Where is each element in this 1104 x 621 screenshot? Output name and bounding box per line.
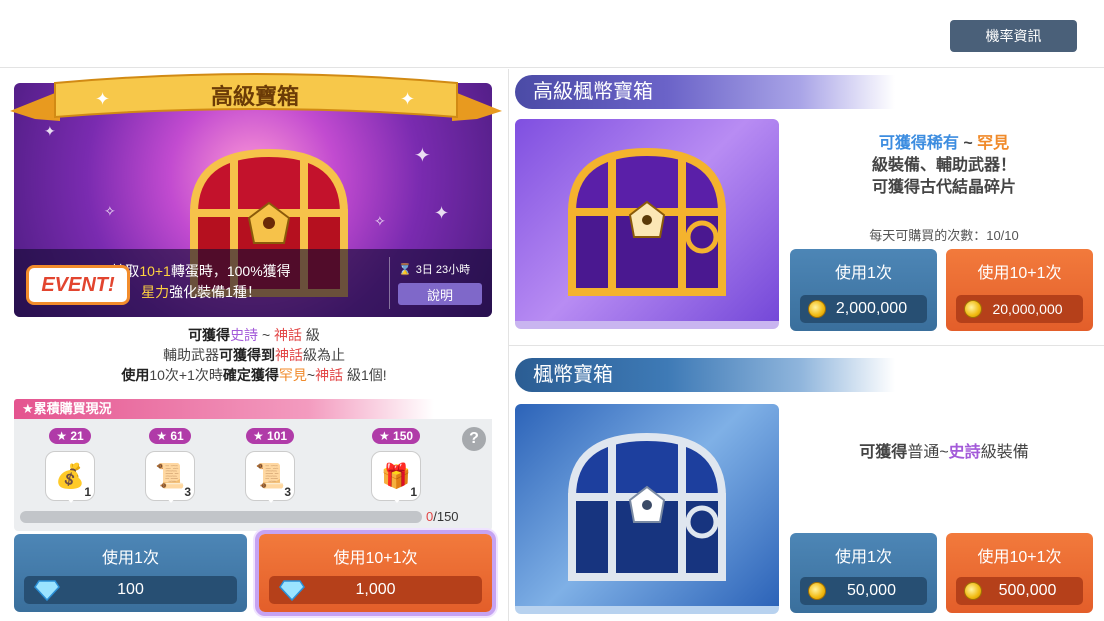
scroll-icon: 📜: [155, 462, 185, 490]
featured-title: 高級寶箱: [210, 84, 299, 109]
event-timer: ⌛ 3日 23小時: [398, 263, 471, 277]
milestone-badge: ★ 150: [371, 428, 421, 444]
meso-coin-icon: [808, 582, 826, 600]
reward-item[interactable]: 📜 3: [245, 451, 295, 503]
maple-chest-image: [567, 432, 727, 581]
description-line3: 使用10次+1次時確定獲得罕見~神話 級1個!: [121, 367, 387, 383]
premium-maple-chest-section: 高級楓幣寶箱 可獲得稀有 ~ 罕見 級裝備、輔助武器！ 可獲得古代結晶碎片 每天…: [509, 69, 1104, 345]
event-tag: EVENT!: [26, 265, 130, 305]
gift-box-icon: 🎁: [381, 462, 411, 490]
svg-text:✦: ✦: [400, 89, 415, 109]
reward-item[interactable]: 💰 1: [45, 451, 95, 503]
use-once-button[interactable]: 使用1次 50,000: [790, 533, 937, 613]
purchase-progress-bar: [20, 511, 422, 523]
explain-button[interactable]: 說明: [398, 283, 482, 305]
cumulative-purchase-header: ★累積購買現況: [14, 399, 434, 419]
diamond-icon: [34, 580, 60, 601]
button-label: 使用1次: [102, 550, 159, 567]
milestone-badge: ★ 61: [149, 428, 191, 444]
sparkle-icon: ✦: [434, 203, 450, 223]
button-label: 使用10+1次: [977, 265, 1062, 282]
daily-purchase-limit: 每天可購買的次數：10/10: [869, 228, 1019, 243]
button-label: 使用10+1次: [333, 550, 418, 567]
help-icon[interactable]: ?: [462, 427, 486, 451]
button-label: 使用1次: [835, 265, 892, 282]
maple-chest-card[interactable]: [515, 404, 779, 614]
cumulative-purchase-box: ★ 21 💰 1 ★ 61 📜 3 ★ 101 📜 3 ★ 150 🎁 1 ? …: [14, 419, 492, 531]
reward-count: 3: [284, 485, 291, 499]
price-box: 2,000,000: [800, 295, 927, 323]
reward-item[interactable]: 🎁 1: [371, 451, 421, 503]
milestone-badge: ★ 21: [49, 428, 91, 444]
price-box: 50,000: [800, 577, 927, 605]
info-line2: 級裝備、輔助武器！: [871, 157, 1016, 174]
button-label: 使用10+1次: [977, 549, 1062, 566]
milestone-reward[interactable]: ★ 21 💰 1: [40, 427, 100, 503]
price-box: 100: [24, 576, 237, 604]
milestone-reward[interactable]: ★ 150 🎁 1: [366, 427, 426, 503]
info-line1: 可獲得稀有 ~ 罕見: [878, 135, 1010, 152]
meso-coin-icon: [964, 300, 982, 318]
button-label: 使用1次: [835, 549, 892, 566]
pouch-icon: 💰: [55, 462, 85, 490]
progress-text: 0/150: [426, 509, 459, 524]
meso-coin-icon: [964, 582, 982, 600]
premium-maple-chest-card[interactable]: [515, 119, 779, 329]
reward-count: 1: [84, 485, 91, 499]
maple-chest-info: 可獲得普通~史詩級裝備: [859, 444, 1029, 461]
featured-description: 可獲得史詩 ~ 神話 級 輔助武器可獲得到神話級為止 使用10次+1次時確定獲得…: [0, 325, 508, 385]
premium-maple-chest-title: 高級楓幣寶箱: [515, 75, 895, 109]
diamond-icon: [279, 580, 305, 601]
price-box: 20,000,000: [956, 295, 1083, 323]
use-once-button[interactable]: 使用1次 2,000,000: [790, 249, 937, 331]
sparkle-icon: ✧: [104, 203, 116, 219]
info-line3: 可獲得古代結晶碎片: [871, 179, 1016, 196]
hourglass-icon: ⌛: [398, 263, 412, 276]
maple-chest-title: 楓幣寶箱: [515, 358, 895, 392]
reward-count: 3: [184, 485, 191, 499]
featured-chest-panel: ✦ ✦ ✧ ✧ ✦ 抽取10+1轉蛋時，100%獲得 星力強化裝備1種！ ⌛ 3…: [0, 69, 508, 621]
scroll-icon: 📜: [255, 462, 285, 490]
description-line2: 輔助武器可獲得到神話級為止: [163, 347, 345, 363]
milestone-reward[interactable]: ★ 101 📜 3: [240, 427, 300, 503]
premium-maple-chest-image: [567, 147, 727, 296]
milestone-reward[interactable]: ★ 61 📜 3: [140, 427, 200, 503]
price-box: 1,000: [269, 576, 482, 604]
premium-maple-chest-info: 可獲得稀有 ~ 罕見 級裝備、輔助武器！ 可獲得古代結晶碎片: [789, 133, 1099, 199]
use-once-button[interactable]: 使用1次 100: [14, 534, 247, 612]
price-box: 500,000: [956, 577, 1083, 605]
use-ten-plus-one-button[interactable]: 使用10+1次 500,000: [946, 533, 1093, 613]
milestone-badge: ★ 101: [245, 428, 295, 444]
divider: [389, 257, 390, 309]
probability-info-button[interactable]: 機率資訊: [950, 20, 1077, 52]
meso-coin-icon: [808, 300, 826, 318]
reward-item[interactable]: 📜 3: [145, 451, 195, 503]
reward-count: 1: [410, 485, 417, 499]
use-ten-plus-one-button[interactable]: 使用10+1次 20,000,000: [946, 249, 1093, 331]
svg-text:✦: ✦: [95, 89, 110, 109]
sparkle-icon: ✧: [374, 213, 386, 229]
maple-chest-section: 楓幣寶箱 可獲得普通~史詩級裝備 使用1次 50,000 使用10+1次 500…: [509, 346, 1104, 621]
description-line1: 可獲得史詩 ~ 神話 級: [188, 327, 320, 343]
top-bar: 機率資訊: [0, 0, 1104, 68]
sparkle-icon: ✦: [414, 145, 431, 167]
use-ten-plus-one-button[interactable]: 使用10+1次 1,000: [255, 530, 496, 616]
